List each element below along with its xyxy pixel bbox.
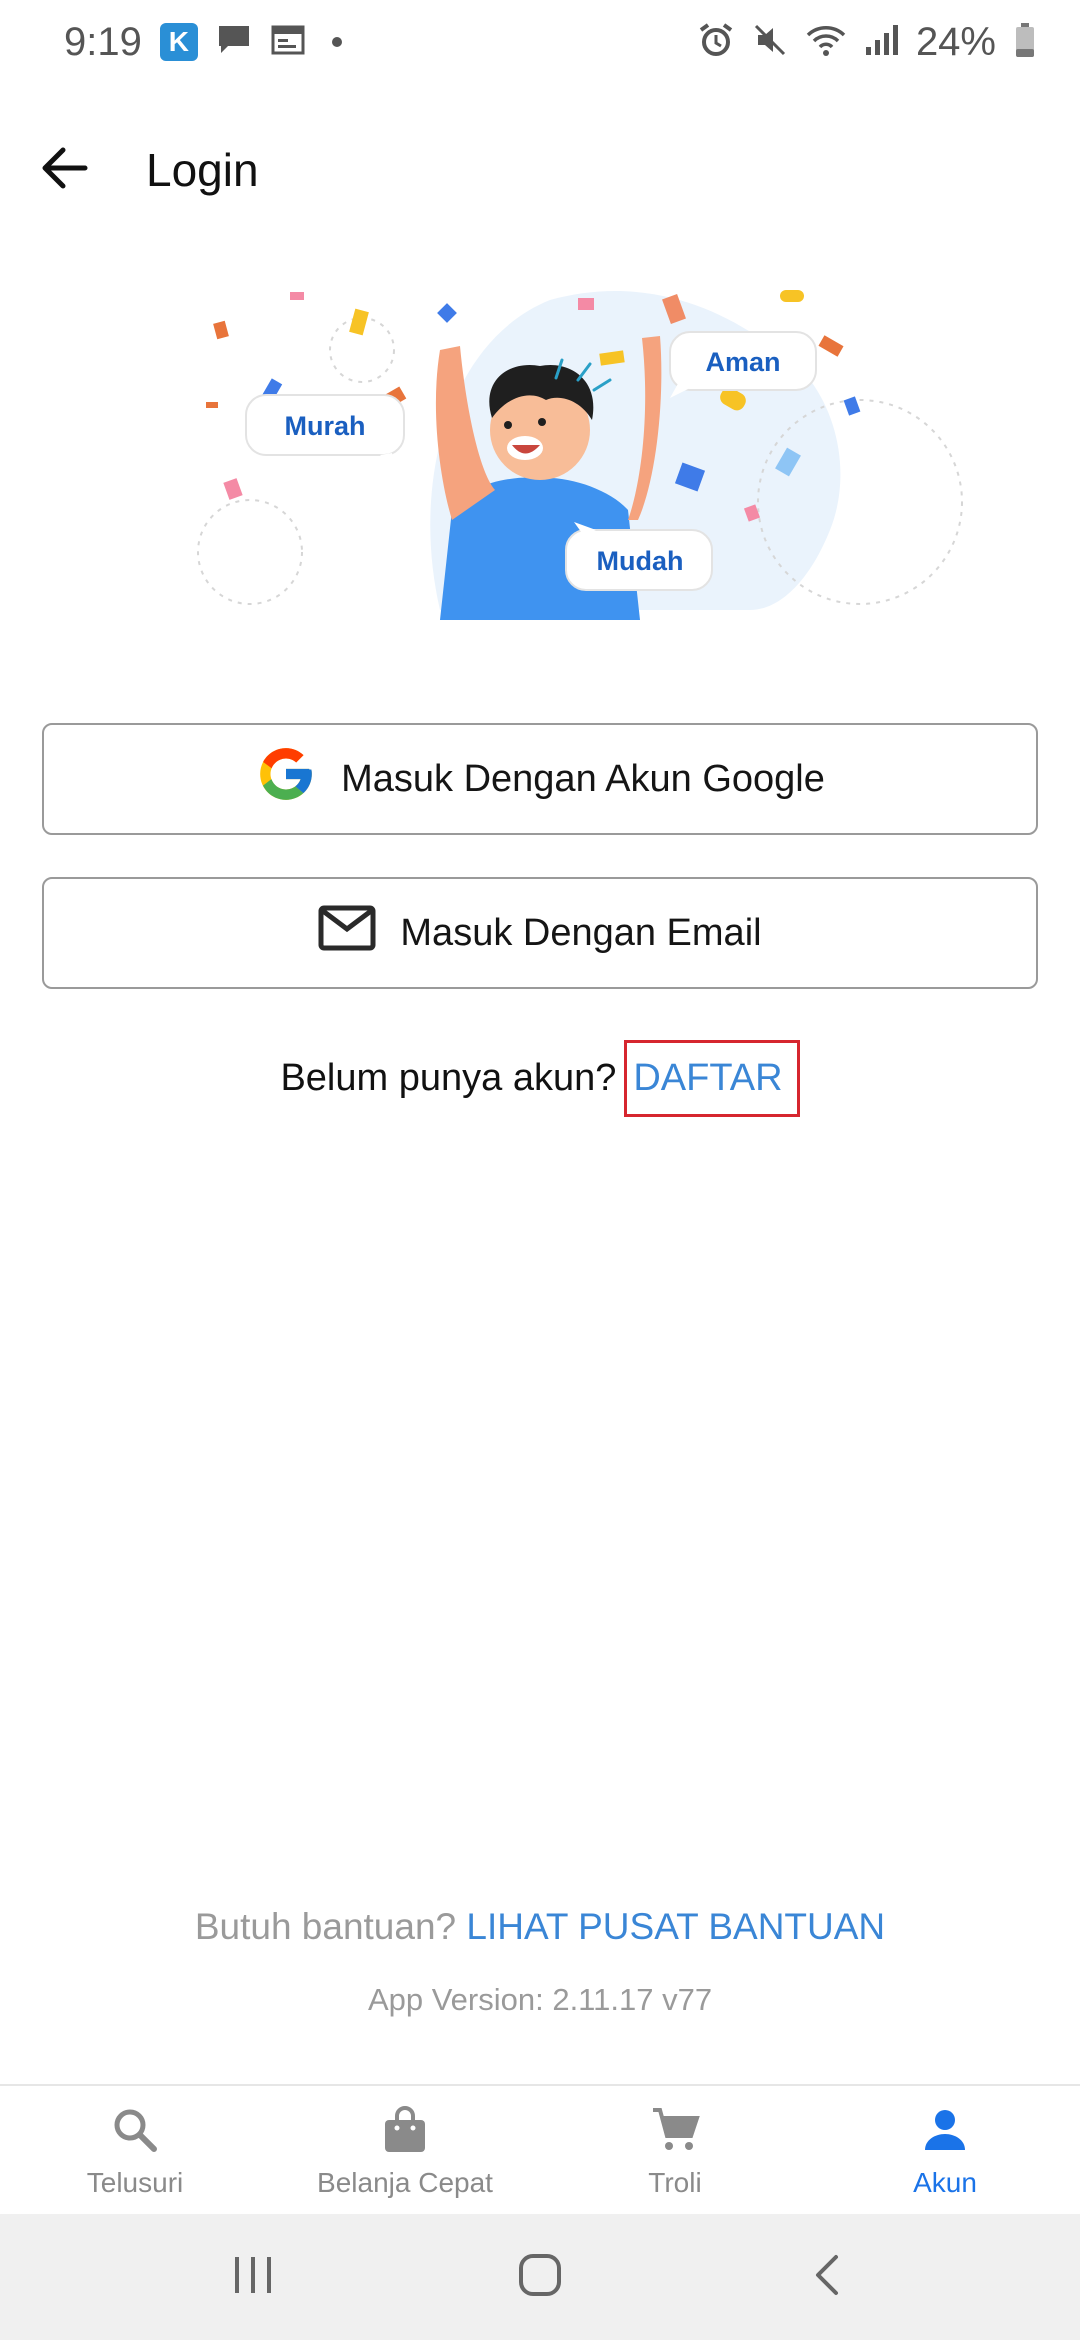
recent-apps-button[interactable]: [193, 2227, 313, 2327]
google-login-button[interactable]: Masuk Dengan Akun Google: [42, 723, 1038, 835]
mail-icon: [318, 905, 376, 961]
battery-icon: [1014, 22, 1036, 63]
message-icon: [216, 23, 252, 62]
app-version: App Version: 2.11.17 v77: [367, 1982, 713, 2017]
account-icon: [919, 2104, 971, 2161]
back-button[interactable]: [4, 110, 124, 230]
nav-label-belanja-cepat: Belanja Cepat: [317, 2167, 493, 2198]
cart-icon: [649, 2104, 701, 2161]
email-login-button[interactable]: Masuk Dengan Email: [42, 877, 1038, 989]
shopping-bag-icon: [379, 2104, 431, 2161]
hero-illustration: Murah Aman Mudah: [190, 280, 970, 620]
calendar-icon: [270, 23, 306, 62]
nav-label-telusuri: Telusuri: [86, 2167, 184, 2198]
bubble-aman-text: Aman: [705, 347, 780, 377]
home-button[interactable]: [480, 2227, 600, 2327]
email-login-label: Masuk Dengan Email: [400, 911, 762, 954]
bubble-mudah: Mudah: [565, 522, 713, 591]
google-logo-icon: [255, 743, 317, 815]
status-time: 9:19: [64, 19, 142, 64]
alarm-icon: [698, 22, 734, 63]
recents-icon: [231, 2255, 275, 2300]
help-prompt: Butuh bantuan?: [194, 1906, 457, 1947]
battery-percent: 24%: [915, 19, 996, 64]
system-nav-bar: [0, 2214, 1080, 2340]
app-bar: Login: [0, 110, 1080, 230]
mute-icon: [752, 22, 788, 63]
nav-item-akun[interactable]: Akun: [810, 2086, 1080, 2214]
nav-item-telusuri[interactable]: Telusuri: [0, 2086, 270, 2214]
k-app-icon: K: [159, 23, 198, 61]
bubble-murah-text: Murah: [285, 411, 366, 441]
home-icon: [518, 2253, 562, 2302]
search-icon: [109, 2104, 161, 2161]
page-title: Login: [146, 144, 259, 196]
register-row: Belum punya akun? DAFTAR: [0, 1032, 1080, 1124]
bottom-nav: Telusuri Belanja Cepat Troli Akun: [0, 2084, 1080, 2214]
help-row: Butuh bantuan? LIHAT PUSAT BANTUAN: [0, 1906, 1080, 1948]
bubble-mudah-text: Mudah: [597, 546, 684, 576]
system-back-button[interactable]: [767, 2227, 887, 2327]
signal-icon: [864, 23, 898, 62]
status-left: 9:19 K: [64, 20, 342, 65]
arrow-left-icon: [39, 146, 89, 195]
register-link[interactable]: DAFTAR: [624, 1039, 800, 1117]
nav-label-akun: Akun: [913, 2167, 977, 2198]
bubble-aman: Aman: [669, 331, 817, 398]
wifi-icon: [806, 23, 846, 62]
register-prompt: Belum punya akun?: [280, 1056, 617, 1099]
status-right: 24%: [698, 20, 1036, 65]
help-center-link[interactable]: LIHAT PUSAT BANTUAN: [466, 1906, 885, 1947]
chevron-left-icon: [812, 2253, 842, 2302]
notification-dot: [331, 37, 342, 47]
login-screen: 9:19 K 24% Login Murah Aman Mudah Masuk …: [0, 0, 1080, 2340]
status-bar: 9:19 K 24%: [0, 0, 1080, 84]
nav-label-troli: Troli: [648, 2167, 702, 2198]
google-login-label: Masuk Dengan Akun Google: [341, 757, 825, 800]
nav-item-troli[interactable]: Troli: [540, 2086, 810, 2214]
bubble-murah: Murah: [245, 394, 405, 471]
nav-item-belanja-cepat[interactable]: Belanja Cepat: [270, 2086, 540, 2214]
